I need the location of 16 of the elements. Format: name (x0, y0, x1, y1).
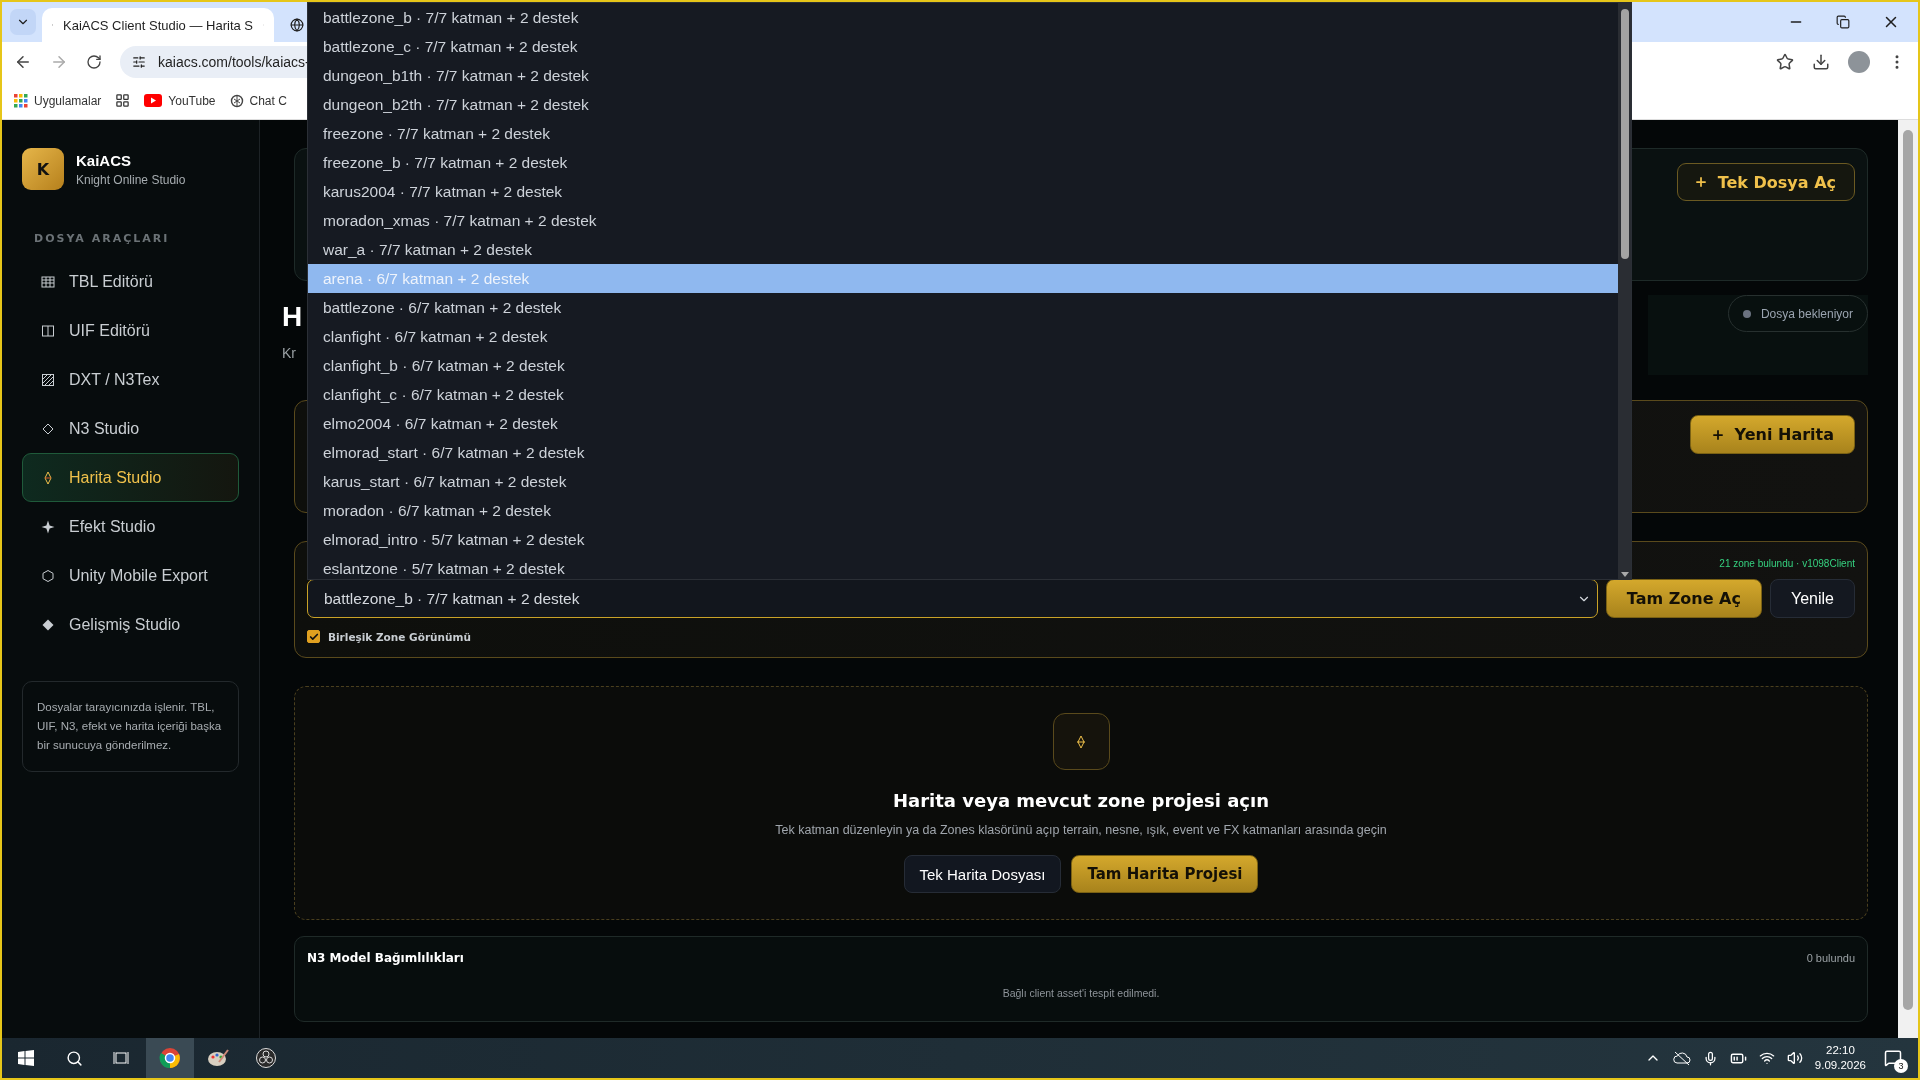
logo-badge: K (22, 148, 64, 190)
page-heading: H (282, 301, 303, 333)
panel-title: N3 Model Bağımlılıkları (307, 951, 464, 965)
notification-count: 3 (1894, 1059, 1908, 1073)
privacy-note: Dosyalar tarayıcınızda işlenir. TBL, UIF, N3, efekt ve harita içeriği başka bir sunucuya gönderilmez. (22, 681, 239, 772)
count-text: 0 bulundu (1806, 952, 1855, 964)
section-heading: DOSYA ARAÇLARI (33, 232, 171, 245)
brand-tagline: Knight Online Studio (76, 172, 186, 187)
page-subtitle: Kr (282, 345, 297, 361)
empty-text: Bağlı client asset'i tespit edilmedi. (1001, 987, 1161, 999)
checkbox-label: Birleşik Zone Görünümü (328, 630, 471, 643)
empty-state-title: Harita veya mevcut zone projesi açın (893, 790, 1269, 811)
zone-count-text: 21 zone bulundu · v1098Client (1719, 558, 1855, 569)
status-text: Dosya bekleniyor (1760, 306, 1853, 321)
empty-state-text: Tek katman düzenleyin ya da Zones klasörünü açıp terrain, nesne, ışık, event ve FX katmanları arasında geçin (775, 823, 1387, 837)
brand-name: KaiACS (76, 151, 132, 169)
